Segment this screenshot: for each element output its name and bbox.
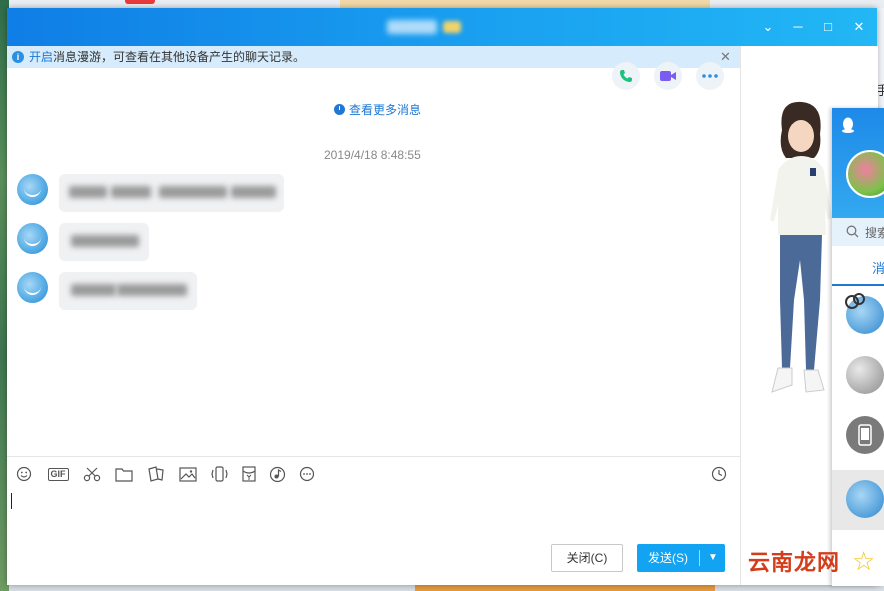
minimize-icon: ─ [793,19,803,34]
window-title [387,18,477,36]
image-text-button[interactable] [146,465,166,483]
device-avatar [846,416,884,454]
more-icon [702,74,718,78]
avatar [846,356,884,394]
phone-device-icon [858,424,872,446]
more-circle-icon [299,466,315,482]
message-history-button[interactable] [709,465,729,483]
scissors-icon [83,467,101,482]
more-options-button[interactable] [696,62,724,90]
group-icon [845,293,865,309]
view-more-messages-link[interactable]: 查看更多消息 [334,101,421,118]
send-button[interactable]: 发送(S) ▼ [637,544,725,572]
notice-text: 开启消息漫游，可查看在其他设备产生的聊天记录。 [29,46,305,68]
contact-avatar[interactable] [17,174,48,205]
screenshot-button[interactable] [82,465,102,483]
text-caret [11,493,12,509]
music-icon [269,466,285,482]
close-chat-button[interactable]: 关闭(C) [551,544,623,572]
maximize-button[interactable]: □ [817,17,839,37]
conversation-item[interactable] [832,408,884,464]
message-bubble[interactable] [59,174,284,212]
qq-penguin-icon [842,117,854,133]
message-input[interactable] [7,490,740,538]
user-avatar[interactable] [846,150,884,198]
maximize-icon: □ [824,19,832,34]
video-camera-icon [660,71,676,81]
dropdown-button[interactable]: ⌄ [757,17,779,37]
tab-messages[interactable]: 消 [832,248,884,286]
qq-search-box[interactable]: 搜索 [832,218,884,246]
chevron-down-icon: ⌄ [762,19,774,34]
image-icon [179,466,197,482]
contact-avatar[interactable] [17,223,48,254]
gif-button[interactable]: GIF [45,465,71,483]
gif-icon: GIF [47,467,69,481]
search-icon [846,225,859,238]
send-options-dropdown[interactable]: ▼ [701,544,725,572]
message-bubble[interactable] [59,272,197,310]
notice-message: 消息漫游，可查看在其他设备产生的聊天记录。 [53,50,306,64]
close-window-button[interactable]: ✕ [848,17,870,37]
desktop-background-bottom-strip [415,584,715,591]
history-clock-icon [711,466,727,482]
voice-call-button[interactable] [612,62,640,90]
contact-name-blurred [387,20,437,34]
music-button[interactable] [267,465,287,483]
minimize-button[interactable]: ─ [787,17,809,37]
notice-close-button[interactable]: ✕ [720,46,731,68]
video-call-button[interactable] [654,62,682,90]
title-bar[interactable]: ⌄ ─ □ ✕ [7,8,877,46]
message-timestamp: 2019/4/18 8:48:55 [324,148,421,162]
star-icon: ☆ [852,546,876,576]
red-packet-button[interactable] [239,465,259,483]
watermark-logo: 云南龙网 [748,550,841,575]
chat-window: ⌄ ─ □ ✕ i 开启消息漫游，可查看在其他设备产生的聊天记录。 ✕ 查看更多… [7,8,878,585]
qq-show-character [770,101,832,393]
phone-icon [620,70,632,82]
red-packet-icon [242,466,256,482]
enable-roaming-link[interactable]: 开启 [29,50,53,64]
send-button-label: 发送(S) [648,551,688,565]
qq-header [832,108,884,218]
info-icon: i [12,51,24,63]
more-tools-button[interactable] [297,465,317,483]
conversation-item[interactable] [832,348,884,404]
emoji-icon [16,466,32,482]
qq-main-panel: 搜索 消 [832,108,884,586]
contact-avatar[interactable] [17,272,48,303]
image-text-icon [148,466,164,482]
avatar [846,480,884,518]
vip-badge-icon [443,21,461,33]
close-icon: ✕ [853,19,865,34]
shake-button[interactable] [209,465,229,483]
send-file-button[interactable] [114,465,134,483]
emoji-button[interactable] [14,465,34,483]
shake-icon [211,466,228,482]
desktop-badge [125,0,155,4]
input-toolbar: GIF [7,456,740,491]
conversation-item-selected[interactable] [832,470,884,530]
conversation-item[interactable] [832,288,884,344]
send-image-button[interactable] [178,465,198,483]
folder-icon [115,467,133,482]
clock-icon [334,104,345,115]
message-bubble[interactable] [59,223,149,261]
message-area[interactable]: 查看更多消息 2019/4/18 8:48:55 [7,62,740,456]
desktop-background-top-strip [340,0,710,8]
